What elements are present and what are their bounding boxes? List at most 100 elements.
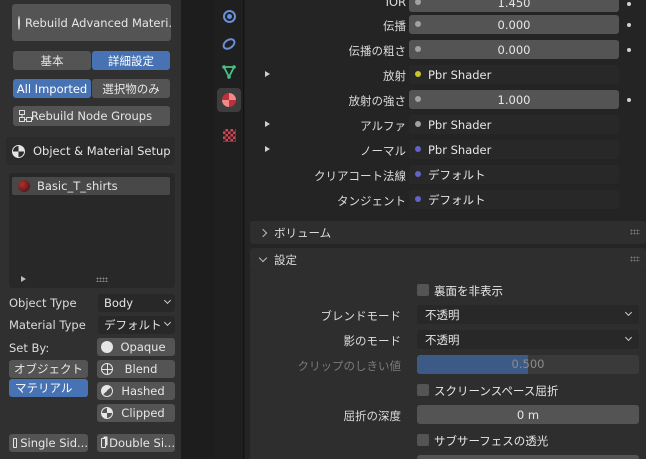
list-expand-icon[interactable] (21, 276, 26, 282)
keyframe-dot-icon[interactable] (627, 98, 631, 102)
tangent-link[interactable]: デフォルト (409, 190, 619, 209)
single-side-button[interactable]: Single Sid... (9, 434, 88, 452)
tab-data[interactable] (217, 60, 241, 84)
hashed-label: Hashed (121, 384, 165, 398)
tab-texture[interactable] (217, 123, 241, 147)
material-type-label: Material Type (9, 318, 86, 332)
emission-strength-field[interactable]: 1.000 (409, 90, 619, 109)
chevron-down-icon (258, 253, 268, 263)
globe-icon (101, 363, 113, 375)
double-side-button[interactable]: Double Si... (97, 434, 175, 452)
row-label: 伝播の粗さ (348, 44, 407, 58)
chevron-down-icon (624, 333, 633, 342)
socket-icon (415, 96, 421, 102)
settings-title: 設定 (274, 252, 297, 267)
subsurface-translucency-checkbox[interactable] (417, 434, 429, 446)
backface-culling-label: 裏面を非表示 (434, 284, 503, 298)
rebuild-node-groups-button[interactable]: Rebuild Node Groups (13, 106, 170, 126)
normal-value: Pbr Shader (428, 142, 492, 157)
socket-color-icon (415, 71, 421, 77)
clip-threshold-slider[interactable]: 0.500 (417, 355, 639, 374)
keyframe-dot-icon[interactable] (627, 23, 631, 27)
properties-tab-strip (214, 0, 244, 459)
normal-link[interactable]: Pbr Shader (409, 140, 619, 159)
clip-threshold-value: 0.500 (511, 357, 545, 371)
screen-space-refraction-checkbox[interactable] (417, 384, 429, 396)
set-by-object[interactable]: オブジェクト (9, 360, 88, 378)
material-type-select[interactable]: デフォルト (98, 316, 175, 334)
refraction-depth-value: 0 m (516, 407, 540, 422)
material-list[interactable]: Basic_T_shirts (9, 173, 175, 288)
row-label: IOR (385, 0, 406, 9)
hashed-button[interactable]: Hashed (97, 382, 175, 400)
drag-grip-icon[interactable] (630, 229, 640, 235)
chevron-down-icon (624, 308, 633, 317)
shadow-mode-label: 影のモード (343, 334, 402, 348)
object-type-label: Object Type (9, 296, 77, 310)
material-name: Basic_T_shirts (37, 179, 118, 193)
rebuild-node-groups-label: Rebuild Node Groups (30, 109, 153, 123)
single-side-label: Single Sid... (20, 436, 88, 450)
ior-field[interactable]: 1.450 (409, 0, 619, 12)
object-type-value: Body (104, 296, 134, 310)
tab-advanced[interactable]: 詳細設定 (92, 51, 170, 70)
drag-grip-icon[interactable] (630, 256, 640, 262)
shadow-mode-select[interactable]: 不透明 (417, 330, 639, 349)
row-label: アルファ (360, 119, 406, 133)
node-tree-icon (19, 110, 32, 122)
tab-constraints[interactable] (217, 32, 241, 56)
scope-all-imported[interactable]: All Imported (13, 79, 91, 98)
panel-gap (181, 0, 214, 459)
object-material-setup-label: Object & Material Setup (33, 144, 171, 158)
socket-icon (415, 121, 421, 127)
row-label: 放射の強さ (348, 94, 407, 108)
transmission-roughness-field[interactable]: 0.000 (409, 40, 619, 59)
material-properties: IOR 1.450 伝播 0.000 伝播の粗さ 0.000 放射 Pbr Sh… (245, 0, 646, 459)
sphere-half-icon (101, 385, 113, 397)
volume-panel-header[interactable]: ボリューム (250, 221, 646, 244)
opaque-button[interactable]: Opaque (97, 338, 175, 356)
circle-solid-icon (101, 341, 113, 353)
volume-title: ボリューム (274, 225, 332, 240)
backface-culling-checkbox[interactable] (417, 284, 429, 296)
socket-icon (415, 21, 421, 27)
sphere-quarter-icon (101, 407, 113, 419)
material-ball-icon (18, 15, 20, 30)
socket-vector-icon (415, 146, 421, 152)
socket-vector-icon (415, 171, 421, 177)
scope-selected-only[interactable]: 選択物のみ (92, 79, 170, 98)
tab-physics[interactable] (217, 4, 241, 28)
material-icon (12, 144, 25, 158)
row-label: タンジェント (337, 194, 406, 208)
keyframe-dot-icon[interactable] (627, 48, 631, 52)
socket-vector-icon (415, 196, 421, 202)
socket-icon (415, 46, 421, 52)
clearcoat-normal-value: デフォルト (428, 167, 486, 182)
plane-double-icon (101, 438, 107, 448)
clearcoat-normal-link[interactable]: デフォルト (409, 165, 619, 184)
blend-button[interactable]: Blend (97, 360, 175, 378)
chevron-right-icon (258, 228, 268, 237)
object-material-setup-header[interactable]: Object & Material Setup (6, 137, 175, 165)
rebuild-materials-button[interactable]: Rebuild Advanced Materi... (12, 4, 171, 41)
blend-mode-select[interactable]: 不透明 (417, 305, 639, 324)
chevron-down-icon (163, 296, 172, 305)
row-label: 伝播 (383, 19, 406, 33)
emission-link[interactable]: Pbr Shader (409, 65, 619, 84)
double-side-label: Double Si... (109, 436, 175, 450)
tab-material[interactable] (217, 88, 241, 112)
refraction-depth-field[interactable]: 0 m (417, 405, 639, 424)
object-type-select[interactable]: Body (98, 294, 175, 312)
clipped-button[interactable]: Clipped (97, 404, 175, 422)
constraint-icon (220, 35, 238, 53)
alpha-link[interactable]: Pbr Shader (409, 115, 619, 134)
keyframe-dot-icon[interactable] (627, 2, 631, 6)
transmission-field[interactable]: 0.000 (409, 15, 619, 34)
tab-basic[interactable]: 基本 (13, 51, 91, 70)
list-resize-grip-icon[interactable] (96, 277, 108, 282)
set-by-material[interactable]: マテリアル (9, 379, 88, 397)
row-label: 放射 (383, 69, 406, 83)
material-type-value: デフォルト (104, 318, 162, 332)
list-item[interactable]: Basic_T_shirts (12, 177, 170, 195)
settings-panel-header[interactable]: 設定 (250, 248, 646, 271)
